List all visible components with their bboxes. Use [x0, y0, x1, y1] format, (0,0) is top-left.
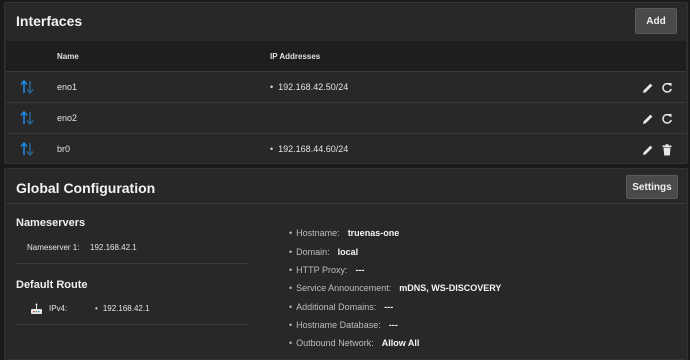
- global-config-card: Global Configuration Settings Nameserver…: [4, 168, 688, 360]
- service-announcement-item: Service Announcement:mDNS, WS-DISCOVERY: [289, 283, 501, 293]
- interfaces-title: Interfaces: [16, 13, 83, 29]
- edit-icon[interactable]: [642, 82, 654, 94]
- interface-name: eno1: [57, 82, 78, 92]
- reset-icon[interactable]: [661, 82, 673, 94]
- router-icon: [31, 303, 42, 314]
- add-button[interactable]: Add: [635, 8, 677, 34]
- nameserver-1-value: 192.168.42.1: [90, 243, 137, 252]
- settings-button[interactable]: Settings: [626, 175, 678, 199]
- edit-icon[interactable]: [642, 113, 654, 125]
- column-header-ip: IP Addresses: [270, 52, 321, 61]
- link-status-icon: [20, 79, 34, 95]
- table-row[interactable]: br0 192.168.44.60/24: [6, 133, 686, 165]
- edit-icon[interactable]: [642, 144, 654, 156]
- link-status-icon: [20, 141, 34, 157]
- column-header-name: Name: [57, 52, 79, 61]
- global-config-title: Global Configuration: [16, 180, 156, 196]
- hostname-database-item: Hostname Database:---: [289, 320, 398, 330]
- ipv4-value: 192.168.42.1: [95, 304, 150, 313]
- outbound-network-item: Outbound Network:Allow All: [289, 338, 419, 348]
- divider: [16, 324, 249, 325]
- link-status-icon: [20, 110, 34, 126]
- table-row[interactable]: eno2: [6, 102, 686, 134]
- http-proxy-item: HTTP Proxy:---: [289, 265, 364, 275]
- ipv4-label: IPv4:: [49, 304, 68, 313]
- reset-icon[interactable]: [661, 113, 673, 125]
- divider: [6, 203, 686, 204]
- interface-name: br0: [57, 144, 71, 154]
- nameservers-title: Nameservers: [16, 217, 86, 229]
- delete-icon[interactable]: [661, 144, 673, 156]
- interface-ip: 192.168.42.50/24: [270, 72, 348, 103]
- table-row[interactable]: eno1 192.168.42.50/24: [6, 71, 686, 103]
- nameserver-1-label: Nameserver 1:: [27, 243, 80, 252]
- table-header: Name IP Addresses: [6, 41, 686, 72]
- domain-item: Domain:local: [289, 247, 358, 257]
- hostname-item: Hostname:truenas-one: [289, 228, 399, 238]
- additional-domains-item: Additional Domains:---: [289, 302, 393, 312]
- default-route-title: Default Route: [16, 279, 88, 291]
- divider: [16, 263, 249, 264]
- interfaces-card: Interfaces Add Name IP Addresses eno1 19…: [4, 2, 688, 164]
- interface-ip: 192.168.44.60/24: [270, 134, 348, 165]
- interface-name: eno2: [57, 113, 78, 123]
